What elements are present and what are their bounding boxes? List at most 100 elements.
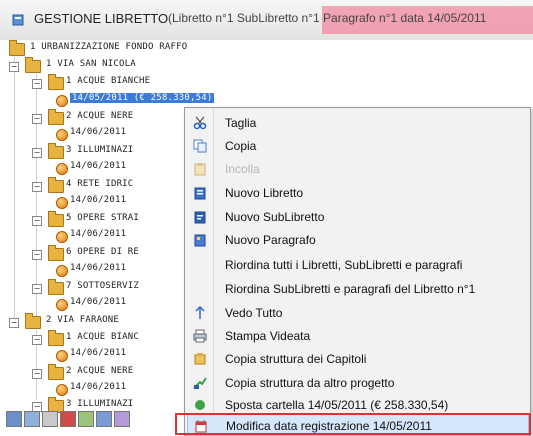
title-bar: GESTIONE LIBRETTO (Libretto n°1 SubLibre… bbox=[0, 0, 533, 41]
grid-icon[interactable] bbox=[6, 411, 22, 427]
window-title: GESTIONE LIBRETTO bbox=[34, 11, 169, 26]
copy-icon bbox=[193, 139, 207, 153]
menu-item-incolla[interactable]: Incolla bbox=[187, 158, 527, 180]
tree-node-root[interactable]: 1 URBANIZZAZIONE FONDO RAFFO bbox=[0, 40, 300, 58]
menu-item-nuovo-sublibretto[interactable]: Nuovo SubLibretto bbox=[187, 206, 527, 228]
scissors-icon bbox=[193, 116, 207, 130]
menu-item-nuovo-paragrafo[interactable]: Nuovo Paragrafo bbox=[187, 229, 527, 251]
menu-item-riordina-sublibretti[interactable]: Riordina SubLibretti e paragrafi del Lib… bbox=[187, 278, 527, 300]
menu-item-copia[interactable]: Copia bbox=[187, 135, 527, 157]
tree-node-label: 2 VIA FARAONE bbox=[46, 315, 120, 325]
collapse-icon[interactable]: − bbox=[32, 79, 42, 89]
menu-item-riordina-tutti[interactable]: Riordina tutti i Libretti, SubLibretti e… bbox=[187, 254, 527, 276]
highlight-box bbox=[175, 413, 531, 435]
menu-item-label: Copia struttura da altro progetto bbox=[225, 376, 395, 390]
collapse-icon[interactable]: − bbox=[32, 369, 42, 379]
folder-icon bbox=[9, 40, 25, 56]
list-icon[interactable] bbox=[78, 411, 94, 427]
date-node-icon bbox=[56, 299, 68, 311]
tree-leaf-label: 14/06/2011 bbox=[70, 161, 127, 171]
tree-leaf-label: 14/06/2011 bbox=[70, 297, 127, 307]
tree-node-label: 5 OPERE STRAI bbox=[66, 213, 140, 223]
app-icon bbox=[12, 14, 24, 26]
tree-node-acque-bianche[interactable]: − 1 ACQUE BIANCHE bbox=[0, 74, 300, 92]
collapse-icon[interactable]: − bbox=[32, 148, 42, 158]
date-node-icon bbox=[56, 265, 68, 277]
tree-node-label: 2 ACQUE NERE bbox=[66, 366, 134, 376]
tree-leaf-label: 14/05/2011 (€ 258.330,54) bbox=[70, 93, 215, 103]
expand-icon bbox=[195, 306, 205, 319]
date-node-icon bbox=[56, 231, 68, 243]
tree-leaf-label: 14/06/2011 bbox=[70, 382, 127, 392]
collapse-icon[interactable]: − bbox=[9, 318, 19, 328]
copy-structure-icon bbox=[194, 353, 206, 365]
folder-icon bbox=[48, 330, 64, 346]
tree-node-label: 4 RETE IDRIC bbox=[66, 179, 134, 189]
date-node-icon bbox=[56, 384, 68, 396]
print-icon[interactable] bbox=[24, 411, 40, 427]
folder-icon bbox=[48, 279, 64, 295]
move-icon bbox=[195, 400, 205, 410]
menu-item-copia-struttura-progetto[interactable]: Copia struttura da altro progetto bbox=[187, 372, 527, 394]
folder-icon bbox=[48, 177, 64, 193]
menu-item-sposta-cartella[interactable]: Sposta cartella 14/05/2011 (€ 258.330,54… bbox=[187, 394, 527, 412]
tree-node-label: 1 ACQUE BIANCHE bbox=[66, 76, 151, 86]
menu-item-label: Copia bbox=[225, 139, 257, 153]
sort-icon[interactable] bbox=[96, 411, 112, 427]
collapse-icon[interactable]: − bbox=[32, 114, 42, 124]
menu-item-label: Incolla bbox=[225, 162, 260, 176]
tree-node-label: 3 ILLUMINAZI bbox=[66, 145, 134, 155]
collapse-icon[interactable]: − bbox=[32, 216, 42, 226]
menu-item-label: Riordina SubLibretti e paragrafi del Lib… bbox=[225, 282, 476, 296]
tree-leaf-label: 14/06/2011 bbox=[70, 348, 127, 358]
menu-item-vedo-tutto[interactable]: Vedo Tutto bbox=[187, 302, 527, 324]
collapse-icon[interactable]: − bbox=[32, 182, 42, 192]
folder-icon bbox=[25, 313, 41, 329]
tree-node-label: 7 SOTTOSERVIZ bbox=[66, 281, 140, 291]
date-node-icon bbox=[56, 129, 68, 141]
preview-icon[interactable] bbox=[42, 411, 58, 427]
collapse-icon[interactable]: − bbox=[32, 250, 42, 260]
print-icon bbox=[193, 329, 207, 343]
collapse-icon[interactable]: − bbox=[9, 62, 19, 72]
tree-node-label: 1 VIA SAN NICOLA bbox=[46, 59, 136, 69]
folder-icon bbox=[48, 245, 64, 261]
tree-node-via-san-nicola[interactable]: − 1 VIA SAN NICOLA bbox=[0, 57, 300, 75]
window-subtitle: (Libretto n°1 SubLibretto n°1 Paragrafo … bbox=[168, 11, 487, 25]
menu-item-stampa-videata[interactable]: Stampa Videata bbox=[187, 325, 527, 347]
menu-item-label: Nuovo Libretto bbox=[225, 186, 304, 200]
folder-icon bbox=[25, 57, 41, 73]
menu-item-copia-struttura-capitoli[interactable]: Copia struttura dei Capitoli bbox=[187, 348, 527, 370]
new-book-icon bbox=[194, 187, 206, 200]
collapse-icon[interactable]: − bbox=[32, 335, 42, 345]
menu-item-label: Sposta cartella 14/05/2011 (€ 258.330,54… bbox=[225, 398, 449, 412]
menu-item-taglia[interactable]: Taglia bbox=[187, 112, 527, 134]
tree-node-label: 1 ACQUE BIANC bbox=[66, 332, 140, 342]
flag-icon[interactable] bbox=[60, 411, 76, 427]
collapse-icon[interactable]: − bbox=[32, 284, 42, 294]
folder-icon bbox=[48, 143, 64, 159]
tree-leaf-label: 14/06/2011 bbox=[70, 195, 127, 205]
paste-icon bbox=[194, 163, 206, 176]
date-node-icon bbox=[56, 197, 68, 209]
tree-leaf-label: 14/06/2011 bbox=[70, 127, 127, 137]
date-node-icon bbox=[56, 95, 68, 107]
new-paragraph-icon bbox=[194, 234, 206, 247]
menu-item-nuovo-libretto[interactable]: Nuovo Libretto bbox=[187, 182, 527, 204]
folder-icon bbox=[48, 211, 64, 227]
tree-leaf-label: 14/06/2011 bbox=[70, 229, 127, 239]
menu-item-label: Vedo Tutto bbox=[225, 306, 283, 320]
tool-icon[interactable] bbox=[114, 411, 130, 427]
menu-item-label: Copia struttura dei Capitoli bbox=[225, 352, 367, 366]
menu-item-label: Nuovo Paragrafo bbox=[225, 233, 316, 247]
tree-node-label: 1 URBANIZZAZIONE FONDO RAFFO bbox=[30, 42, 188, 52]
new-sub-book-icon bbox=[194, 211, 206, 224]
folder-icon bbox=[48, 364, 64, 380]
menu-item-label: Riordina tutti i Libretti, SubLibretti e… bbox=[225, 258, 463, 272]
menu-item-label: Stampa Videata bbox=[225, 329, 311, 343]
menu-item-label: Nuovo SubLibretto bbox=[225, 210, 325, 224]
menu-item-label: Taglia bbox=[225, 116, 257, 130]
date-node-icon bbox=[56, 350, 68, 362]
tree-leaf-label: 14/06/2011 bbox=[70, 263, 127, 273]
bottom-toolbar bbox=[2, 408, 172, 430]
